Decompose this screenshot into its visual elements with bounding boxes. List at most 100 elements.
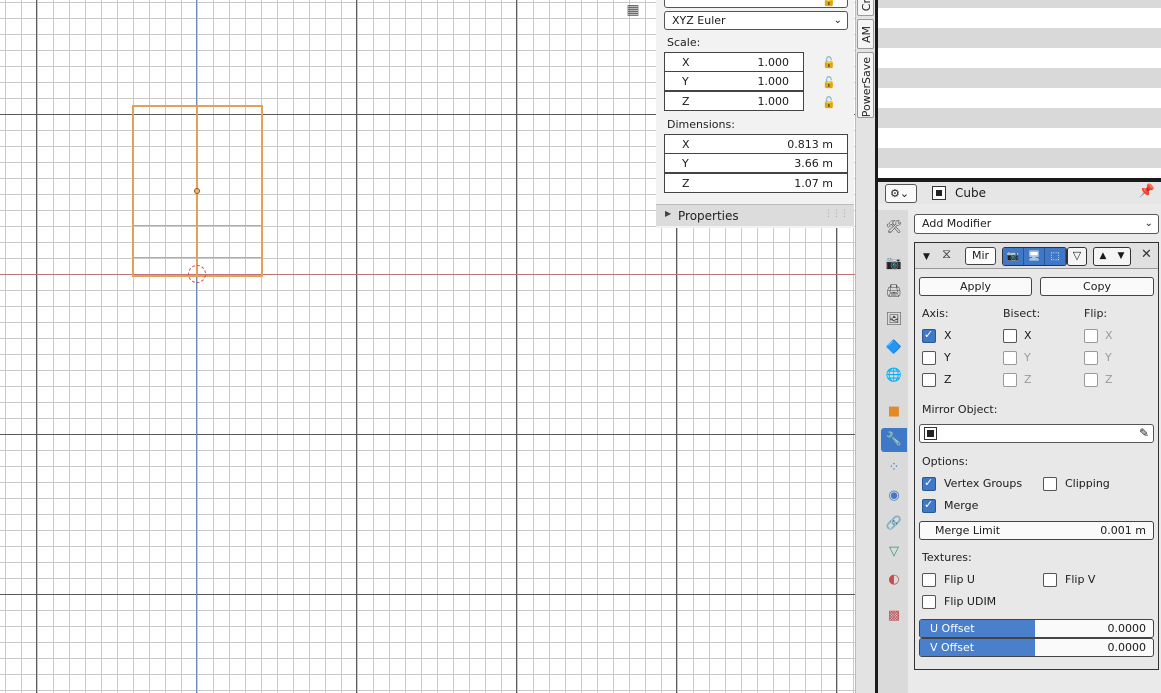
flip-u-checkbox[interactable] bbox=[922, 573, 936, 587]
cage-icon[interactable]: ▽ bbox=[1067, 247, 1087, 266]
scale-y-field[interactable]: Y 1.000 bbox=[664, 71, 804, 91]
sidebar-n-panel: 🔓 XYZ Euler ⌄ Scale: X 1.000 🔓 Y 1.000 🔓… bbox=[656, 0, 854, 228]
dimension-y-field[interactable]: Y 3.66 m bbox=[664, 153, 848, 173]
bisect-x-checkbox[interactable] bbox=[1003, 329, 1017, 343]
flip-y-checkbox[interactable] bbox=[1084, 351, 1098, 365]
properties-subpanel-header[interactable]: ▶ Properties ⋮⋮⋮ bbox=[656, 204, 854, 226]
field-value: 1.000 bbox=[757, 56, 790, 69]
options-label: Options: bbox=[922, 455, 969, 468]
bisect-z-checkbox[interactable] bbox=[1003, 373, 1017, 387]
world-icon[interactable]: 🌐 bbox=[881, 364, 907, 388]
lock-icon[interactable]: 🔓 bbox=[822, 76, 836, 90]
drag-grip-icon[interactable]: ⋮⋮⋮ bbox=[824, 209, 849, 219]
output-icon[interactable]: 🖨 bbox=[881, 280, 907, 304]
properties-tabs: 🛠 📷 🖨 🖼 🔷 🌐 ■ 🔧 ⁘ ◉ 🔗 ▽ ◐ ▩ bbox=[878, 210, 908, 693]
expand-triangle-icon: ▶ bbox=[665, 209, 672, 218]
grid-line bbox=[36, 0, 37, 693]
bisect-x-label: X bbox=[1024, 329, 1032, 342]
outliner[interactable] bbox=[878, 0, 1161, 178]
u-offset-field[interactable]: U Offset 0.0000 bbox=[919, 619, 1154, 638]
properties-editor: ⚙⌄ Cube 📌 🛠 📷 🖨 🖼 🔷 🌐 ■ 🔧 ⁘ ◉ 🔗 ▽ ◐ ▩ Ad… bbox=[878, 182, 1161, 693]
apply-button[interactable]: Apply bbox=[919, 277, 1032, 296]
axis-label: Z bbox=[682, 95, 690, 108]
flip-udim-label: Flip UDIM bbox=[944, 595, 997, 608]
move-buttons: ▲ ▼ bbox=[1093, 247, 1131, 266]
flip-v-checkbox[interactable] bbox=[1043, 573, 1057, 587]
axis-x-checkbox[interactable] bbox=[922, 328, 936, 343]
lock-icon[interactable]: 🔓 bbox=[822, 96, 836, 110]
pin-icon[interactable]: 📌 bbox=[1139, 184, 1155, 199]
mirror-modifier-panel: ▼ ⧖ Mir 📷 🖥 ⬚ ▽ ▲ ▼ ✕ Apply Copy Axis: B… bbox=[914, 242, 1159, 670]
field-label: Merge Limit bbox=[935, 524, 1001, 537]
x-axis-line bbox=[0, 274, 855, 275]
grid-view-icon[interactable]: ▦ bbox=[624, 2, 642, 18]
partial-field[interactable] bbox=[664, 0, 848, 8]
merge-checkbox[interactable] bbox=[922, 498, 936, 513]
object-name: Cube bbox=[955, 186, 986, 200]
add-modifier-select[interactable]: Add Modifier ⌄ bbox=[914, 214, 1159, 234]
camera-icon[interactable]: 📷 bbox=[1003, 248, 1024, 265]
modifier-area: Add Modifier ⌄ ▼ ⧖ Mir 📷 🖥 ⬚ ▽ ▲ ▼ ✕ App… bbox=[914, 214, 1161, 693]
clipping-checkbox[interactable] bbox=[1043, 477, 1057, 491]
flip-udim-checkbox[interactable] bbox=[922, 595, 936, 609]
rotation-mode-value: XYZ Euler bbox=[672, 14, 726, 27]
axis-z-checkbox[interactable] bbox=[922, 373, 936, 387]
modifier-wrench-icon[interactable]: 🔧 bbox=[881, 428, 907, 452]
material-icon[interactable]: ◐ bbox=[881, 568, 907, 592]
field-value: 1.07 m bbox=[794, 177, 833, 190]
mirror-object-label: Mirror Object: bbox=[922, 403, 998, 416]
merge-limit-field[interactable]: Merge Limit 0.001 m bbox=[919, 521, 1154, 540]
axis-label: Z bbox=[682, 177, 690, 190]
bisect-y-checkbox[interactable] bbox=[1003, 351, 1017, 365]
lock-icon[interactable]: 🔓 bbox=[822, 0, 836, 8]
object-icon[interactable]: ■ bbox=[881, 400, 907, 424]
vertex-groups-checkbox[interactable] bbox=[922, 476, 936, 491]
dimension-x-field[interactable]: X 0.813 m bbox=[664, 134, 848, 154]
field-value: 0.813 m bbox=[787, 138, 833, 151]
eyedropper-icon[interactable]: ✎ bbox=[1139, 426, 1149, 440]
field-value: 1.000 bbox=[757, 75, 790, 88]
scene-icon[interactable]: 🔷 bbox=[881, 336, 907, 360]
grid-line bbox=[356, 0, 357, 693]
monitor-icon[interactable]: 🖥 bbox=[1024, 248, 1045, 265]
rotation-mode-select[interactable]: XYZ Euler ⌄ bbox=[664, 11, 848, 30]
scale-x-field[interactable]: X 1.000 bbox=[664, 52, 804, 72]
tab-am[interactable]: AM bbox=[857, 19, 874, 49]
move-up-icon[interactable]: ▲ bbox=[1094, 248, 1112, 265]
data-icon[interactable]: ▽ bbox=[881, 540, 907, 564]
dimension-z-field[interactable]: Z 1.07 m bbox=[664, 173, 848, 193]
particles-icon[interactable]: ⁘ bbox=[881, 456, 907, 480]
editor-type-icon[interactable]: ⚙⌄ bbox=[885, 184, 917, 203]
render-icon[interactable]: 📷 bbox=[881, 252, 907, 276]
flip-x-checkbox[interactable] bbox=[1084, 329, 1098, 343]
mesh-edge bbox=[132, 225, 263, 226]
view-layer-icon[interactable]: 🖼 bbox=[881, 308, 907, 332]
tab-cr[interactable]: Cr bbox=[857, 0, 874, 16]
texture-icon[interactable]: ▩ bbox=[881, 604, 907, 628]
field-value: 0.0000 bbox=[1107, 622, 1147, 635]
modifier-name-field[interactable]: Mir bbox=[965, 247, 996, 265]
mirror-object-field[interactable]: ✎ bbox=[919, 424, 1154, 443]
physics-icon[interactable]: ◉ bbox=[881, 484, 907, 508]
tab-powersave[interactable]: PowerSave bbox=[857, 52, 874, 118]
constraints-icon[interactable]: 🔗 bbox=[881, 512, 907, 536]
chevron-down-icon: ⌄ bbox=[1144, 218, 1153, 229]
editmode-icon[interactable]: ⬚ bbox=[1045, 248, 1066, 265]
copy-button[interactable]: Copy bbox=[1040, 277, 1154, 296]
v-offset-field[interactable]: V Offset 0.0000 bbox=[919, 638, 1154, 657]
axis-label: Y bbox=[682, 75, 689, 88]
bisect-z-label: Z bbox=[1024, 373, 1032, 386]
close-icon[interactable]: ✕ bbox=[1141, 247, 1152, 265]
textures-label: Textures: bbox=[922, 551, 972, 564]
collapse-triangle-icon[interactable]: ▼ bbox=[923, 249, 930, 267]
tool-icon[interactable]: 🛠 bbox=[881, 216, 907, 240]
axis-y-checkbox[interactable] bbox=[922, 351, 936, 365]
scale-z-field[interactable]: Z 1.000 bbox=[664, 91, 804, 111]
flip-y-label: Y bbox=[1105, 351, 1112, 364]
flip-z-checkbox[interactable] bbox=[1084, 373, 1098, 387]
cube-icon bbox=[932, 186, 946, 200]
field-label: V Offset bbox=[930, 641, 975, 654]
move-down-icon[interactable]: ▼ bbox=[1112, 248, 1130, 265]
lock-icon[interactable]: 🔓 bbox=[822, 56, 836, 70]
tab-label: PowerSave bbox=[860, 57, 873, 118]
